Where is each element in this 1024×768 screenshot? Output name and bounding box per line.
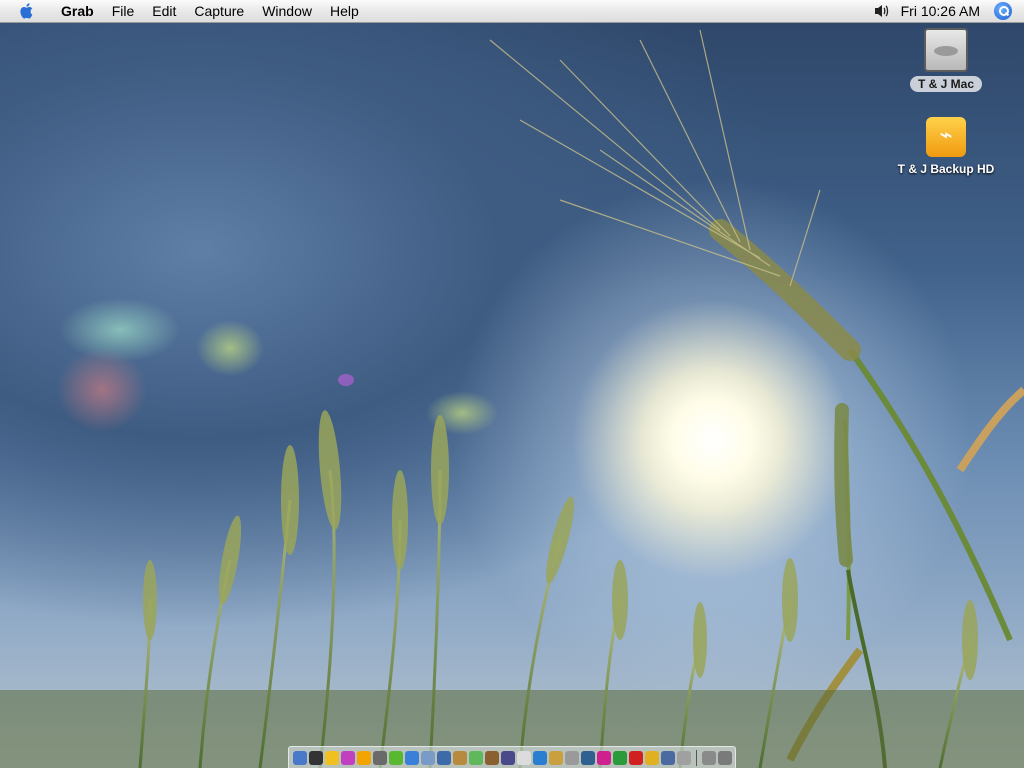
address-book-icon[interactable] — [453, 750, 467, 765]
dock-separator — [696, 749, 697, 766]
color-picker-icon[interactable] — [341, 750, 355, 765]
volume-icon[interactable] — [873, 3, 891, 19]
menu-file[interactable]: File — [103, 0, 144, 22]
system-prefs-icon[interactable] — [565, 750, 579, 765]
menu-extras: Fri 10:26 AM — [873, 0, 1024, 22]
globe-app-icon[interactable] — [645, 750, 659, 765]
downloads-stack-icon[interactable] — [702, 750, 716, 765]
utility-icon[interactable] — [677, 750, 691, 765]
imovie-icon[interactable] — [501, 750, 515, 765]
music-app-icon[interactable] — [613, 750, 627, 765]
dashboard-icon[interactable] — [309, 750, 323, 765]
ichat-icon[interactable] — [325, 750, 339, 765]
mail-icon[interactable] — [421, 750, 435, 765]
desktop-icon-tj-mac[interactable]: T & J Mac — [906, 28, 986, 93]
app-green-icon[interactable] — [389, 750, 403, 765]
desktop-icon-label: T & J Mac — [909, 76, 982, 92]
desktop-icon-tj-backup-hd[interactable]: T & J Backup HD — [886, 117, 1006, 178]
desktop-icon-label: T & J Backup HD — [897, 162, 995, 176]
menubar-clock[interactable]: Fri 10:26 AM — [891, 3, 994, 19]
itunes-icon[interactable] — [469, 750, 483, 765]
network-icon[interactable] — [405, 750, 419, 765]
garageband-icon[interactable] — [549, 750, 563, 765]
menu-bar: Grab File Edit Capture Window Help Fri 1… — [0, 0, 1024, 23]
menu-help[interactable]: Help — [321, 0, 368, 22]
battery-icon[interactable] — [373, 750, 387, 765]
menu-edit[interactable]: Edit — [143, 0, 185, 22]
finder-icon[interactable] — [293, 750, 307, 765]
hard-drive-icon — [924, 28, 968, 72]
trash-icon[interactable] — [718, 750, 732, 765]
dvd-icon[interactable] — [661, 750, 675, 765]
dock — [288, 746, 736, 768]
spotlight-search-icon[interactable] — [994, 2, 1012, 20]
ical-icon[interactable] — [517, 750, 531, 765]
apple-icon[interactable] — [18, 2, 36, 20]
red-app-icon[interactable] — [629, 750, 643, 765]
menu-capture[interactable]: Capture — [185, 0, 253, 22]
wallpaper — [0, 29, 1024, 768]
preview-icon[interactable] — [437, 750, 451, 765]
flower-app-icon[interactable] — [597, 750, 611, 765]
quicktime-icon[interactable] — [581, 750, 595, 765]
notes-icon[interactable] — [357, 750, 371, 765]
safari-icon[interactable] — [533, 750, 547, 765]
firewire-drive-icon — [926, 117, 966, 157]
app-menu-grab[interactable]: Grab — [52, 0, 103, 22]
menu-window[interactable]: Window — [253, 0, 321, 22]
iphoto-icon[interactable] — [485, 750, 499, 765]
